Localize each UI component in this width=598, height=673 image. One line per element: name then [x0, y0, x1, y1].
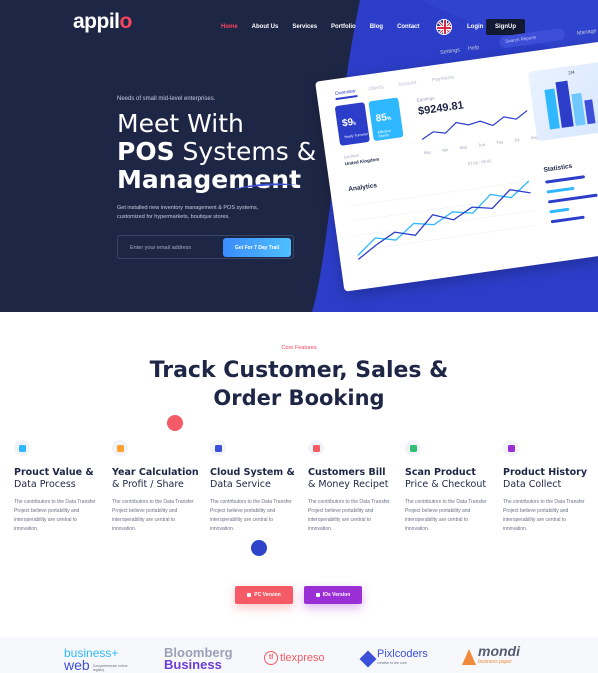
- statistics-bars: [545, 175, 598, 224]
- brand-logo[interactable]: appilo: [73, 10, 132, 34]
- analytics-chart: [350, 180, 536, 261]
- hero-title-line2: POS Systems &: [117, 137, 317, 166]
- underline-swoosh: [231, 183, 297, 190]
- check-icon: [405, 440, 421, 456]
- logo-pixlcoders[interactable]: Pixlcoders creative to the core: [359, 649, 428, 668]
- analytics-title: Analytics: [347, 182, 378, 194]
- cloud-icon: [210, 440, 226, 456]
- monitor-icon: [247, 593, 252, 597]
- stat-turnover: $9k Yearly Turnover: [334, 102, 370, 146]
- nav-item-blog[interactable]: Blog: [370, 24, 383, 30]
- city-illustration: 2/4: [527, 60, 598, 142]
- login-link[interactable]: Login: [467, 24, 483, 30]
- decorative-dot-red: [167, 415, 183, 431]
- logo-tlexpreso[interactable]: tl tlexpreso: [264, 651, 325, 665]
- decorative-dot-blue: [251, 540, 267, 556]
- hero-section: appilo Home About Us Services Portfolio …: [0, 0, 598, 312]
- partner-logos: business+ web Comprehensive online regis…: [0, 637, 598, 673]
- dash-nav-settings: Settings: [439, 47, 461, 57]
- feature-title: Year Calculation & Profit / Share: [112, 467, 199, 490]
- feature-text: The contributors to the Data Transfer Pr…: [405, 499, 487, 532]
- email-form: Get For 7 Day Trail: [117, 235, 294, 259]
- pager: 2/4: [567, 69, 575, 76]
- nav-item-contact[interactable]: Contact: [397, 24, 419, 30]
- box-icon: [503, 440, 519, 456]
- nav-item-portfolio[interactable]: Portfolio: [331, 24, 356, 30]
- feature-text: The contributors to the Data Transfer Pr…: [14, 499, 96, 532]
- hero-kicker: Needs of small mid-level enterprises.: [117, 96, 216, 102]
- feature-text: The contributors to the Data Transfer Pr…: [210, 499, 292, 532]
- trial-button[interactable]: Get For 7 Day Trail: [223, 238, 291, 257]
- features-kicker: Core Features: [281, 345, 317, 351]
- nav-item-services[interactable]: Services: [292, 24, 317, 30]
- nav-item-about[interactable]: About Us: [252, 24, 279, 30]
- feature-text: The contributors to the Data Transfer Pr…: [503, 499, 585, 532]
- earnings-label: Earnings: [416, 95, 435, 103]
- grid-icon: [14, 440, 30, 456]
- dashboard-card: Overview Clients Account Payments $9k Ye…: [315, 40, 598, 292]
- features-title: Track Customer, Sales & Order Booking: [149, 358, 449, 410]
- dash-nav-home: Home: [420, 50, 436, 59]
- nav-item-home[interactable]: Home: [221, 24, 238, 30]
- dash-tab-clients: Clients: [368, 84, 385, 93]
- calculator-icon: [112, 440, 128, 456]
- logo-business-web[interactable]: business+ web Comprehensive online regis…: [64, 647, 129, 672]
- location-label: Location: [343, 152, 360, 160]
- chart-icon: [308, 440, 324, 456]
- apple-icon: [315, 593, 320, 597]
- date-range: 07.02 - 09.02: [467, 158, 492, 167]
- pc-version-button[interactable]: PC Version: [235, 586, 293, 604]
- hero-description: Get installed new inventory management &…: [117, 205, 259, 220]
- hero-title-line1: Meet With: [117, 109, 244, 138]
- dash-tab-account: Account: [397, 79, 417, 89]
- feature-title: Prouct Value & Data Process: [14, 467, 94, 490]
- feature-title: Product History Data Collect: [503, 467, 588, 490]
- feature-title: Cloud System & Data Service: [210, 467, 295, 490]
- uk-flag-icon[interactable]: [436, 19, 452, 35]
- email-input[interactable]: [130, 242, 225, 253]
- dash-manage: Manage: [576, 28, 598, 37]
- hero-title: Meet With POS Systems & Management: [117, 110, 316, 194]
- dash-nav-help: Help: [467, 44, 480, 53]
- feature-title: Customers Bill & Money Recipet: [308, 467, 389, 490]
- main-nav: Home About Us Services Portfolio Blog Co…: [221, 24, 433, 30]
- feature-text: The contributors to the Data Transfer Pr…: [308, 499, 390, 532]
- stat-clients: 85% Effective Clients: [368, 97, 404, 142]
- dashboard-mockup: Home Settings Help Search Reports Manage…: [312, 18, 598, 293]
- dash-tab-payments: Payments: [431, 74, 455, 84]
- logo-bloomberg[interactable]: Bloomberg Business: [164, 646, 233, 671]
- hero-title-line3: Management: [117, 165, 302, 194]
- logo-mondi[interactable]: mondi business paper: [462, 644, 520, 668]
- statistics-title: Statistics: [543, 162, 573, 174]
- feature-title: Scan Product Price & Checkout: [405, 467, 487, 490]
- ios-version-button[interactable]: IOs Version: [304, 586, 362, 604]
- feature-text: The contributors to the Data Transfer Pr…: [112, 499, 194, 532]
